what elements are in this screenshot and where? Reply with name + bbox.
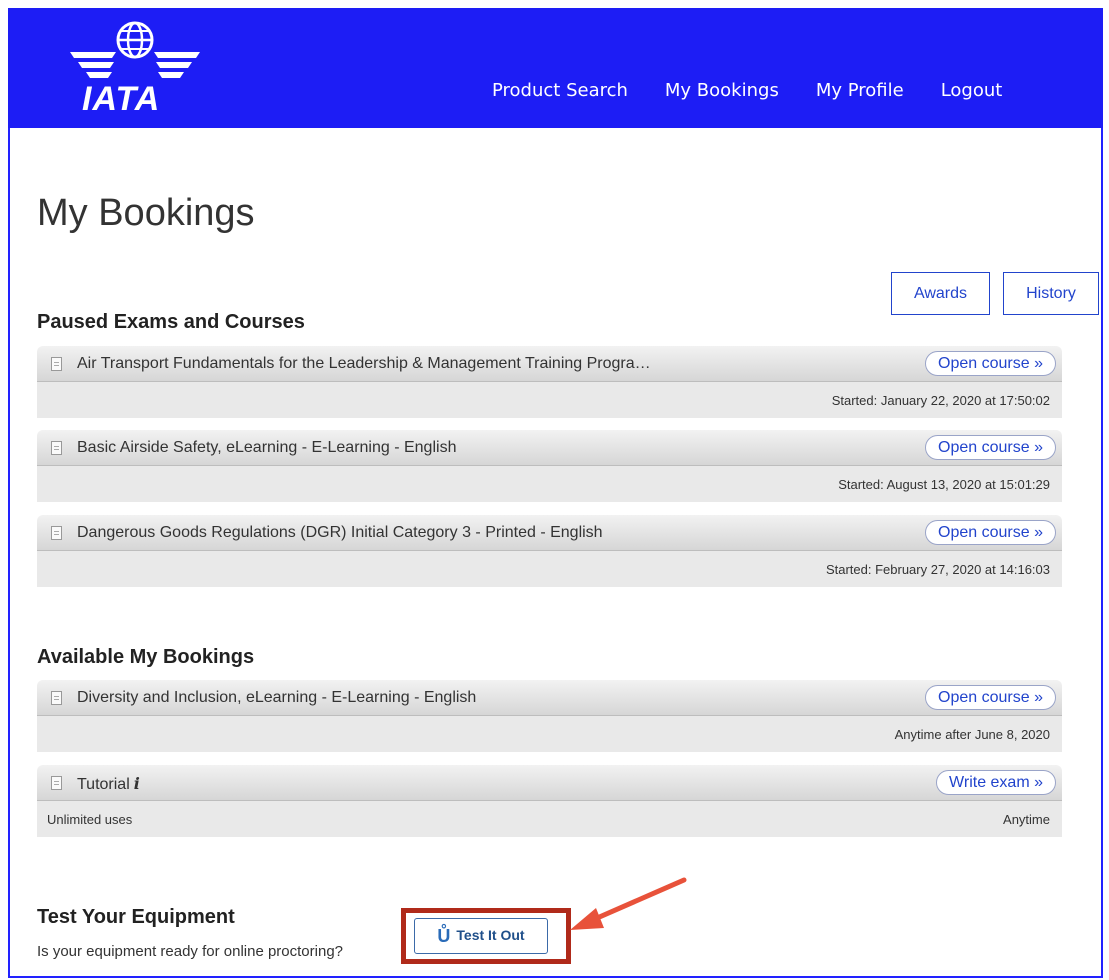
history-button[interactable]: History xyxy=(1003,272,1099,315)
nav-logout[interactable]: Logout xyxy=(941,80,1003,101)
item-title: Tutorial i xyxy=(77,774,140,794)
list-item: Tutorial i Write exam » Unlimited uses An… xyxy=(37,765,1062,837)
info-icon[interactable]: i xyxy=(134,774,140,793)
paused-section-title: Paused Exams and Courses xyxy=(37,311,305,333)
started-date: Started: February 27, 2020 at 14:16:03 xyxy=(825,562,1050,577)
document-icon xyxy=(51,526,62,540)
item-details: Started: January 22, 2020 at 17:50:02 xyxy=(37,382,1062,418)
nav-my-bookings[interactable]: My Bookings xyxy=(665,80,779,101)
globe-wings-icon xyxy=(70,21,200,78)
iata-logo[interactable]: IATA xyxy=(60,18,210,118)
item-header: Diversity and Inclusion, eLearning - E-L… xyxy=(37,680,1062,716)
test-equipment-title: Test Your Equipment xyxy=(37,906,235,928)
open-course-button[interactable]: Open course » xyxy=(925,435,1056,460)
main-nav: Product Search My Bookings My Profile Lo… xyxy=(492,80,1039,101)
item-details: Started: August 13, 2020 at 15:01:29 xyxy=(37,466,1062,502)
availability: Anytime xyxy=(1003,812,1050,827)
nav-product-search[interactable]: Product Search xyxy=(492,80,628,101)
site-header: IATA Product Search My Bookings My Profi… xyxy=(8,8,1103,128)
list-item: Dangerous Goods Regulations (DGR) Initia… xyxy=(37,515,1062,587)
item-header: Basic Airside Safety, eLearning - E-Lear… xyxy=(37,430,1062,466)
item-details: Anytime after June 8, 2020 xyxy=(37,716,1062,752)
uses-count: Unlimited uses xyxy=(47,812,133,827)
document-icon xyxy=(51,441,62,455)
item-details: Started: February 27, 2020 at 14:16:03 xyxy=(37,551,1062,587)
available-section-title: Available My Bookings xyxy=(37,646,255,668)
nav-my-profile[interactable]: My Profile xyxy=(816,80,904,101)
tutorial-title: Tutorial xyxy=(77,776,130,793)
write-exam-button[interactable]: Write exam » xyxy=(936,770,1056,795)
list-item: Diversity and Inclusion, eLearning - E-L… xyxy=(37,680,1062,752)
item-title: Dangerous Goods Regulations (DGR) Initia… xyxy=(77,524,603,541)
item-header: Air Transport Fundamentals for the Leade… xyxy=(37,346,1062,382)
logo-wordmark: IATA xyxy=(82,80,161,118)
item-title: Basic Airside Safety, eLearning - E-Lear… xyxy=(77,439,457,456)
awards-button[interactable]: Awards xyxy=(891,272,990,315)
page-title: My Bookings xyxy=(37,192,255,234)
list-item: Basic Airside Safety, eLearning - E-Lear… xyxy=(37,430,1062,502)
list-item: Air Transport Fundamentals for the Leade… xyxy=(37,346,1062,418)
started-date: Started: January 22, 2020 at 17:50:02 xyxy=(831,393,1050,408)
item-details: Unlimited uses Anytime xyxy=(37,801,1062,837)
test-it-out-button[interactable]: Ů Test It Out xyxy=(414,918,548,954)
annotation-arrow-icon xyxy=(570,877,687,930)
open-course-button[interactable]: Open course » xyxy=(925,520,1056,545)
open-course-button[interactable]: Open course » xyxy=(925,685,1056,710)
test-button-label: Test It Out xyxy=(456,926,525,943)
item-header: Dangerous Goods Regulations (DGR) Initia… xyxy=(37,515,1062,551)
owl-icon: Ů xyxy=(437,925,451,946)
document-icon xyxy=(51,357,62,371)
availability-date: Anytime after June 8, 2020 xyxy=(894,727,1050,742)
open-course-button[interactable]: Open course » xyxy=(925,351,1056,376)
item-title: Diversity and Inclusion, eLearning - E-L… xyxy=(77,689,477,706)
item-header: Tutorial i Write exam » xyxy=(37,765,1062,801)
document-icon xyxy=(51,776,62,790)
document-icon xyxy=(51,691,62,705)
started-date: Started: August 13, 2020 at 15:01:29 xyxy=(838,477,1050,492)
item-title: Air Transport Fundamentals for the Leade… xyxy=(77,355,651,372)
test-equipment-description: Is your equipment ready for online proct… xyxy=(37,943,344,960)
